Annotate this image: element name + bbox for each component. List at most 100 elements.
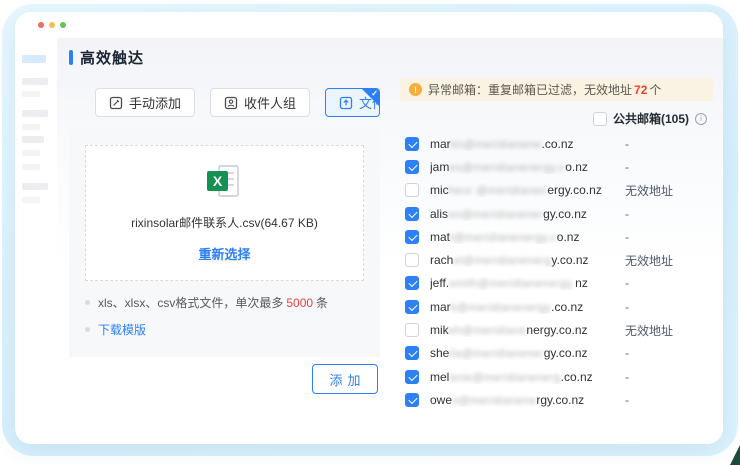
row-status: - xyxy=(625,137,629,151)
title-accent-bar xyxy=(69,50,73,65)
excel-file-icon: X xyxy=(204,163,246,204)
email-address: martin@meridianene.co.nz xyxy=(430,137,625,151)
tab-recipient-group[interactable]: 收件人组 xyxy=(210,88,310,117)
main-content: 高效触达 手动添加 xyxy=(57,38,723,444)
list-item: rachel@meridianenergy.co.nz 无效地址 xyxy=(400,248,713,271)
email-address: owen@meridianenergy.co.nz xyxy=(430,393,625,407)
row-status: - xyxy=(625,300,629,314)
list-item: james@meridianenergy.co.nz - xyxy=(400,155,713,178)
blurred-segment: smith@meridianenergy. xyxy=(449,278,575,290)
sidebar-item[interactable] xyxy=(22,91,40,97)
blurred-segment: ila@meridianener xyxy=(449,348,543,360)
row-checkbox[interactable] xyxy=(405,370,419,384)
row-checkbox[interactable] xyxy=(405,323,419,337)
sidebar-item[interactable] xyxy=(22,124,40,130)
email-list: martin@meridianene.co.nz - james@meridia… xyxy=(400,132,713,412)
sidebar-item-active[interactable] xyxy=(22,55,46,63)
format-tip: xls、xlsx、csv格式文件，单次最多 5000 条 xyxy=(85,294,364,311)
contacts-icon xyxy=(224,96,238,110)
row-status: - xyxy=(625,276,629,290)
window-titlebar xyxy=(15,12,723,38)
blurred-segment: on@meridianener xyxy=(448,209,543,221)
blurred-segment: t@meridianenergy.c xyxy=(450,232,557,244)
blurred-segment: es@meridianenergy.c xyxy=(449,162,565,174)
edit-square-icon xyxy=(109,96,123,110)
file-import-icon xyxy=(339,96,353,110)
reselect-file-link[interactable]: 重新选择 xyxy=(198,244,250,263)
corner-artifact xyxy=(730,445,740,465)
blurred-segment: tin@meridianene xyxy=(451,139,542,151)
row-status: 无效地址 xyxy=(625,322,673,339)
email-address: jeff.smith@meridianenergy.nz xyxy=(430,276,625,290)
row-status: 无效地址 xyxy=(625,182,673,199)
template-tip: 下载模版 xyxy=(85,321,364,338)
svg-text:X: X xyxy=(212,173,222,189)
close-window-icon[interactable] xyxy=(38,22,44,28)
list-item: jeff.smith@meridianenergy.nz - xyxy=(400,272,713,295)
public-mailbox-row: 公共邮箱(105) i xyxy=(400,110,713,127)
list-item: owen@meridianenergy.co.nz - xyxy=(400,388,713,411)
tab-label: 手动添加 xyxy=(129,93,181,112)
row-checkbox[interactable] xyxy=(405,393,419,407)
email-address: matt@meridianenergy.co.nz xyxy=(430,230,625,244)
sidebar-item[interactable] xyxy=(22,183,48,190)
blurred-segment: n@meridianene xyxy=(452,395,536,407)
row-status: - xyxy=(625,346,629,360)
exclamation-circle-icon: ! xyxy=(409,83,422,96)
file-dropzone[interactable]: X rixinsolar邮件联系人.csv(64.67 KB) 重新选择 xyxy=(85,145,364,281)
tab-file-import[interactable]: 文件导入 ✓ xyxy=(325,88,380,117)
sidebar-item[interactable] xyxy=(22,197,40,203)
warning-text: 异常邮箱：重复邮箱已过滤，无效地址72个 xyxy=(428,81,661,98)
minimize-window-icon[interactable] xyxy=(49,22,55,28)
row-status: - xyxy=(625,230,629,244)
email-address: mark@meridianenergy.co.nz xyxy=(430,300,625,314)
format-tip-text: xls、xlsx、csv格式文件，单次最多 xyxy=(98,294,283,311)
row-status: - xyxy=(625,370,629,384)
blurred-segment: anie@meridianenerg xyxy=(449,372,560,384)
row-status: 无效地址 xyxy=(625,252,673,269)
list-item: micheur @meridianenergy.co.nz 无效地址 xyxy=(400,179,713,202)
sidebar-item[interactable] xyxy=(22,150,40,156)
row-checkbox[interactable] xyxy=(405,160,419,174)
tab-label: 收件人组 xyxy=(244,93,296,112)
row-checkbox[interactable] xyxy=(405,207,419,221)
row-checkbox[interactable] xyxy=(405,346,419,360)
email-address: james@meridianenergy.co.nz xyxy=(430,160,625,174)
max-count: 5000 xyxy=(286,296,313,310)
sidebar-item[interactable] xyxy=(22,110,48,117)
abnormal-mail-warning: ! 异常邮箱：重复邮箱已过滤，无效地址72个 xyxy=(400,78,713,101)
email-address: mikeh@meridianenergy.co.nz xyxy=(430,323,625,337)
add-button[interactable]: 添加 xyxy=(312,364,378,394)
email-address: sheila@meridianenergy.co.nz xyxy=(430,346,625,360)
blurred-segment: heur @meridianen xyxy=(449,185,548,197)
email-address: rachel@meridianenergy.co.nz xyxy=(430,253,625,267)
bullet-icon xyxy=(85,300,90,305)
blurred-segment: k@meridianenergy xyxy=(451,302,552,314)
public-mailbox-label: 公共邮箱(105) xyxy=(613,110,689,127)
tab-manual-add[interactable]: 手动添加 xyxy=(95,88,195,117)
info-circle-icon[interactable]: i xyxy=(695,113,707,125)
page-header: 高效触达 xyxy=(69,48,713,66)
uploaded-file-name: rixinsolar邮件联系人.csv(64.67 KB) xyxy=(131,214,318,231)
sidebar-item[interactable] xyxy=(22,164,40,170)
list-item: matt@meridianenergy.co.nz - xyxy=(400,225,713,248)
row-checkbox[interactable] xyxy=(405,183,419,197)
zoom-window-icon[interactable] xyxy=(60,22,66,28)
import-mode-tabs: 手动添加 收件人组 文件导入 xyxy=(95,88,380,117)
row-status: - xyxy=(625,160,629,174)
sidebar-item[interactable] xyxy=(22,136,44,143)
list-item: sheila@meridianenergy.co.nz - xyxy=(400,342,713,365)
row-checkbox[interactable] xyxy=(405,137,419,151)
sidebar-item[interactable] xyxy=(22,78,48,85)
row-checkbox[interactable] xyxy=(405,230,419,244)
blurred-segment: el@meridianenerg xyxy=(453,255,551,267)
row-checkbox[interactable] xyxy=(405,253,419,267)
public-mailbox-checkbox[interactable] xyxy=(593,112,607,126)
invalid-count: 72 xyxy=(634,83,647,97)
email-address: melanie@meridianenerg.co.nz xyxy=(430,370,625,384)
row-status: - xyxy=(625,393,629,407)
download-template-link[interactable]: 下载模版 xyxy=(98,321,146,338)
row-checkbox[interactable] xyxy=(405,276,419,290)
row-checkbox[interactable] xyxy=(405,300,419,314)
blurred-segment: eh@meridiane xyxy=(449,325,527,337)
